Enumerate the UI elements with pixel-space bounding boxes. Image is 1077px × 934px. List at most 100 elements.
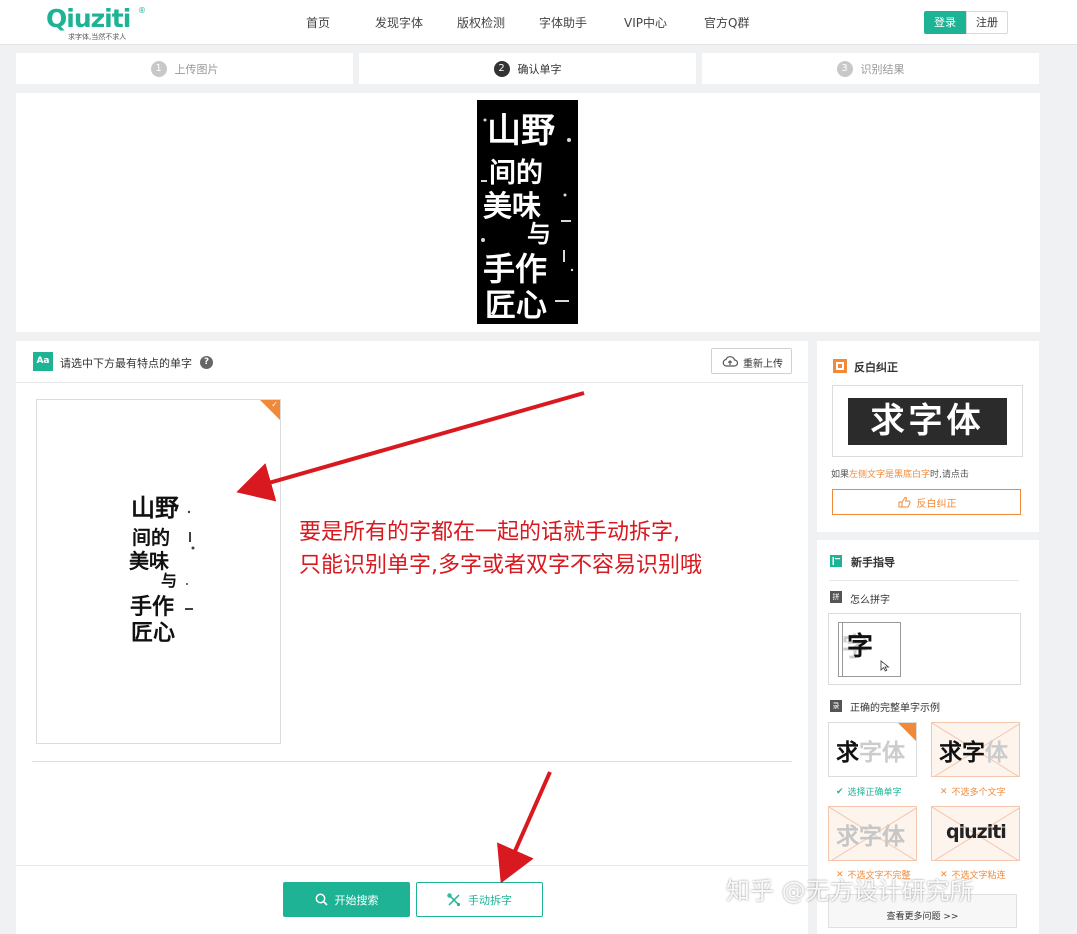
step-recognition-result: 3 识别结果 <box>702 53 1039 84</box>
start-search-label: 开始搜索 <box>334 893 379 907</box>
invert-hint: 如果左侧文字是黑底白字时,请点击 <box>831 467 969 480</box>
thumb-line-3: 美味 <box>129 549 169 573</box>
art-line-6: 匠心 <box>485 288 547 324</box>
nav-item-vip-center[interactable]: VIP中心 <box>624 14 667 31</box>
thumb-line-2: 间的 <box>132 526 170 549</box>
register-button[interactable]: 注册 <box>966 11 1008 34</box>
invert-correction-button[interactable]: 反白纠正 <box>832 489 1021 515</box>
invert-hint-post: 时,请点击 <box>930 470 969 480</box>
invert-correction-box: 反白纠正 求字体 如果左侧文字是黑底白字时,请点击 反白纠正 <box>817 341 1039 532</box>
top-navigation-bar: Qiuziti ® 求字体,当然不求人 首页 发现字体 版权检测 字体助手 VI… <box>0 0 1077 45</box>
search-icon <box>315 893 328 906</box>
caption-text: 不选多个文字 <box>951 788 1006 798</box>
art-line-3: 美味 <box>483 189 541 223</box>
thumb-line-4: 与 <box>161 571 177 590</box>
invert-button-label: 反白纠正 <box>916 498 957 510</box>
login-button[interactable]: 登录 <box>924 11 966 34</box>
panel-title: 请选中下方最有特点的单字 <box>60 357 192 370</box>
site-logo[interactable]: Qiuziti ® 求字体,当然不求人 <box>46 4 156 42</box>
start-search-button[interactable]: 开始搜索 <box>283 882 410 917</box>
question-icon[interactable]: ? <box>200 356 213 369</box>
selected-corner-badge <box>898 723 916 741</box>
step-label: 识别结果 <box>860 62 905 76</box>
sample-text: 求字体 <box>836 824 905 850</box>
nav-item-home[interactable]: 首页 <box>306 14 330 31</box>
caption-bad-multiple: ✕ 不选多个文字 <box>940 785 1006 799</box>
uploaded-image-preview: 山野 间的 美味 与 手作 匠心 <box>16 93 1040 332</box>
annotation-line-1: 要是所有的字都在一起的话就手动拆字, <box>299 520 680 545</box>
sample-text: qiuziti <box>946 821 1007 843</box>
invert-icon <box>833 359 847 373</box>
tutorial-annotation: 要是所有的字都在一起的话就手动拆字, 只能识别单字,多字或者双字不容易识别哦 <box>299 516 799 582</box>
manual-split-button[interactable]: 手动拆字 <box>416 882 543 917</box>
nav-item-copyright-check[interactable]: 版权检测 <box>457 14 505 31</box>
invert-example: 求字体 <box>832 385 1023 457</box>
character-selection-panel: Aa 请选中下方最有特点的单字 ? 重新上传 ✓ 山野 间的 美味 与 手作 匠… <box>16 341 808 934</box>
art-line-2: 间的 <box>489 157 543 189</box>
split-demo-image: 字 字 <box>828 613 1021 685</box>
logo-text: Qiuziti <box>46 4 131 33</box>
sample-light-part: 体 <box>985 740 1008 766</box>
sample-dark-part: 求字 <box>939 740 985 766</box>
step-number: 2 <box>493 60 510 77</box>
guide-title: 新手指导 <box>851 556 895 569</box>
split-guide-icon: 拼 <box>830 591 842 603</box>
invert-hint-pre: 如果 <box>831 470 850 480</box>
book-icon <box>830 555 842 567</box>
caption-text: 选择正确单字 <box>847 788 902 798</box>
logo-slogan: 求字体,当然不求人 <box>68 33 127 41</box>
art-line-5: 手作 <box>483 250 547 288</box>
step-label: 确认单字 <box>517 62 562 76</box>
art-line-1: 山野 <box>487 111 555 151</box>
manual-split-label: 手动拆字 <box>468 893 512 907</box>
how-split-title: 怎么拼字 <box>850 595 890 606</box>
hand-pointer-icon <box>898 496 910 508</box>
step-label: 上传图片 <box>174 62 219 76</box>
examples-title: 正确的完整单字示例 <box>850 703 940 714</box>
annotation-line-2: 只能识别单字,多字或者双字不容易识别哦 <box>299 553 702 578</box>
check-icon: ✓ <box>271 400 278 409</box>
character-art-thumbnail: 山野 间的 美味 与 手作 匠心 <box>129 494 195 646</box>
step-number: 1 <box>150 60 167 77</box>
sample-text: 求字体 <box>939 733 1008 767</box>
art-line-4: 与 <box>527 220 551 248</box>
nav-item-official-qq-group[interactable]: 官方Q群 <box>704 14 749 31</box>
sample-dark-part: 求 <box>836 740 859 766</box>
example-correct-single: 求字体 <box>828 722 917 777</box>
zhihu-watermark: 知乎 @无方设计研究所 <box>726 877 974 905</box>
tools-icon <box>447 892 461 906</box>
split-demo-char: 字 <box>847 632 874 662</box>
example-bad-multiple: 求字体 <box>931 722 1020 777</box>
font-aa-icon: Aa <box>33 352 53 371</box>
invert-sample-text: 求字体 <box>848 398 1007 445</box>
reupload-button[interactable]: 重新上传 <box>711 348 792 374</box>
check-icon: ✔ <box>836 786 844 797</box>
content-divider <box>32 761 792 762</box>
invert-hint-highlight: 左侧文字是黑底白字 <box>849 470 931 480</box>
thumb-line-1: 山野 <box>131 494 179 522</box>
cursor-icon <box>880 660 890 672</box>
example-bad-connected: qiuziti <box>931 806 1020 861</box>
nav-item-font-assistant[interactable]: 字体助手 <box>539 14 587 31</box>
thumb-line-5: 手作 <box>130 595 174 620</box>
sample-text: 求字体 <box>836 733 905 767</box>
logo-registered-mark: ® <box>138 6 146 15</box>
example-bad-incomplete: 求字体 <box>828 806 917 861</box>
selected-character-card[interactable]: ✓ 山野 间的 美味 与 手作 匠心 <box>36 399 281 744</box>
sample-light-part: 字体 <box>859 740 905 766</box>
examples-icon: 录 <box>830 700 842 712</box>
caption-correct: ✔ 选择正确单字 <box>836 785 902 799</box>
step-number: 3 <box>836 60 853 77</box>
panel-header: Aa 请选中下方最有特点的单字 ? 重新上传 <box>16 341 808 383</box>
invert-title: 反白纠正 <box>854 361 898 374</box>
guide-divider <box>829 580 1019 581</box>
cloud-upload-icon <box>722 356 738 367</box>
reupload-label: 重新上传 <box>743 359 783 370</box>
thumb-line-6: 匠心 <box>131 621 175 646</box>
step-confirm-character: 2 确认单字 <box>359 53 696 84</box>
footer-divider <box>16 865 808 866</box>
step-upload-image: 1 上传图片 <box>16 53 353 84</box>
close-icon: ✕ <box>940 786 948 797</box>
nav-item-discover-fonts[interactable]: 发现字体 <box>375 14 423 31</box>
uploaded-image: 山野 间的 美味 与 手作 匠心 <box>477 100 578 324</box>
